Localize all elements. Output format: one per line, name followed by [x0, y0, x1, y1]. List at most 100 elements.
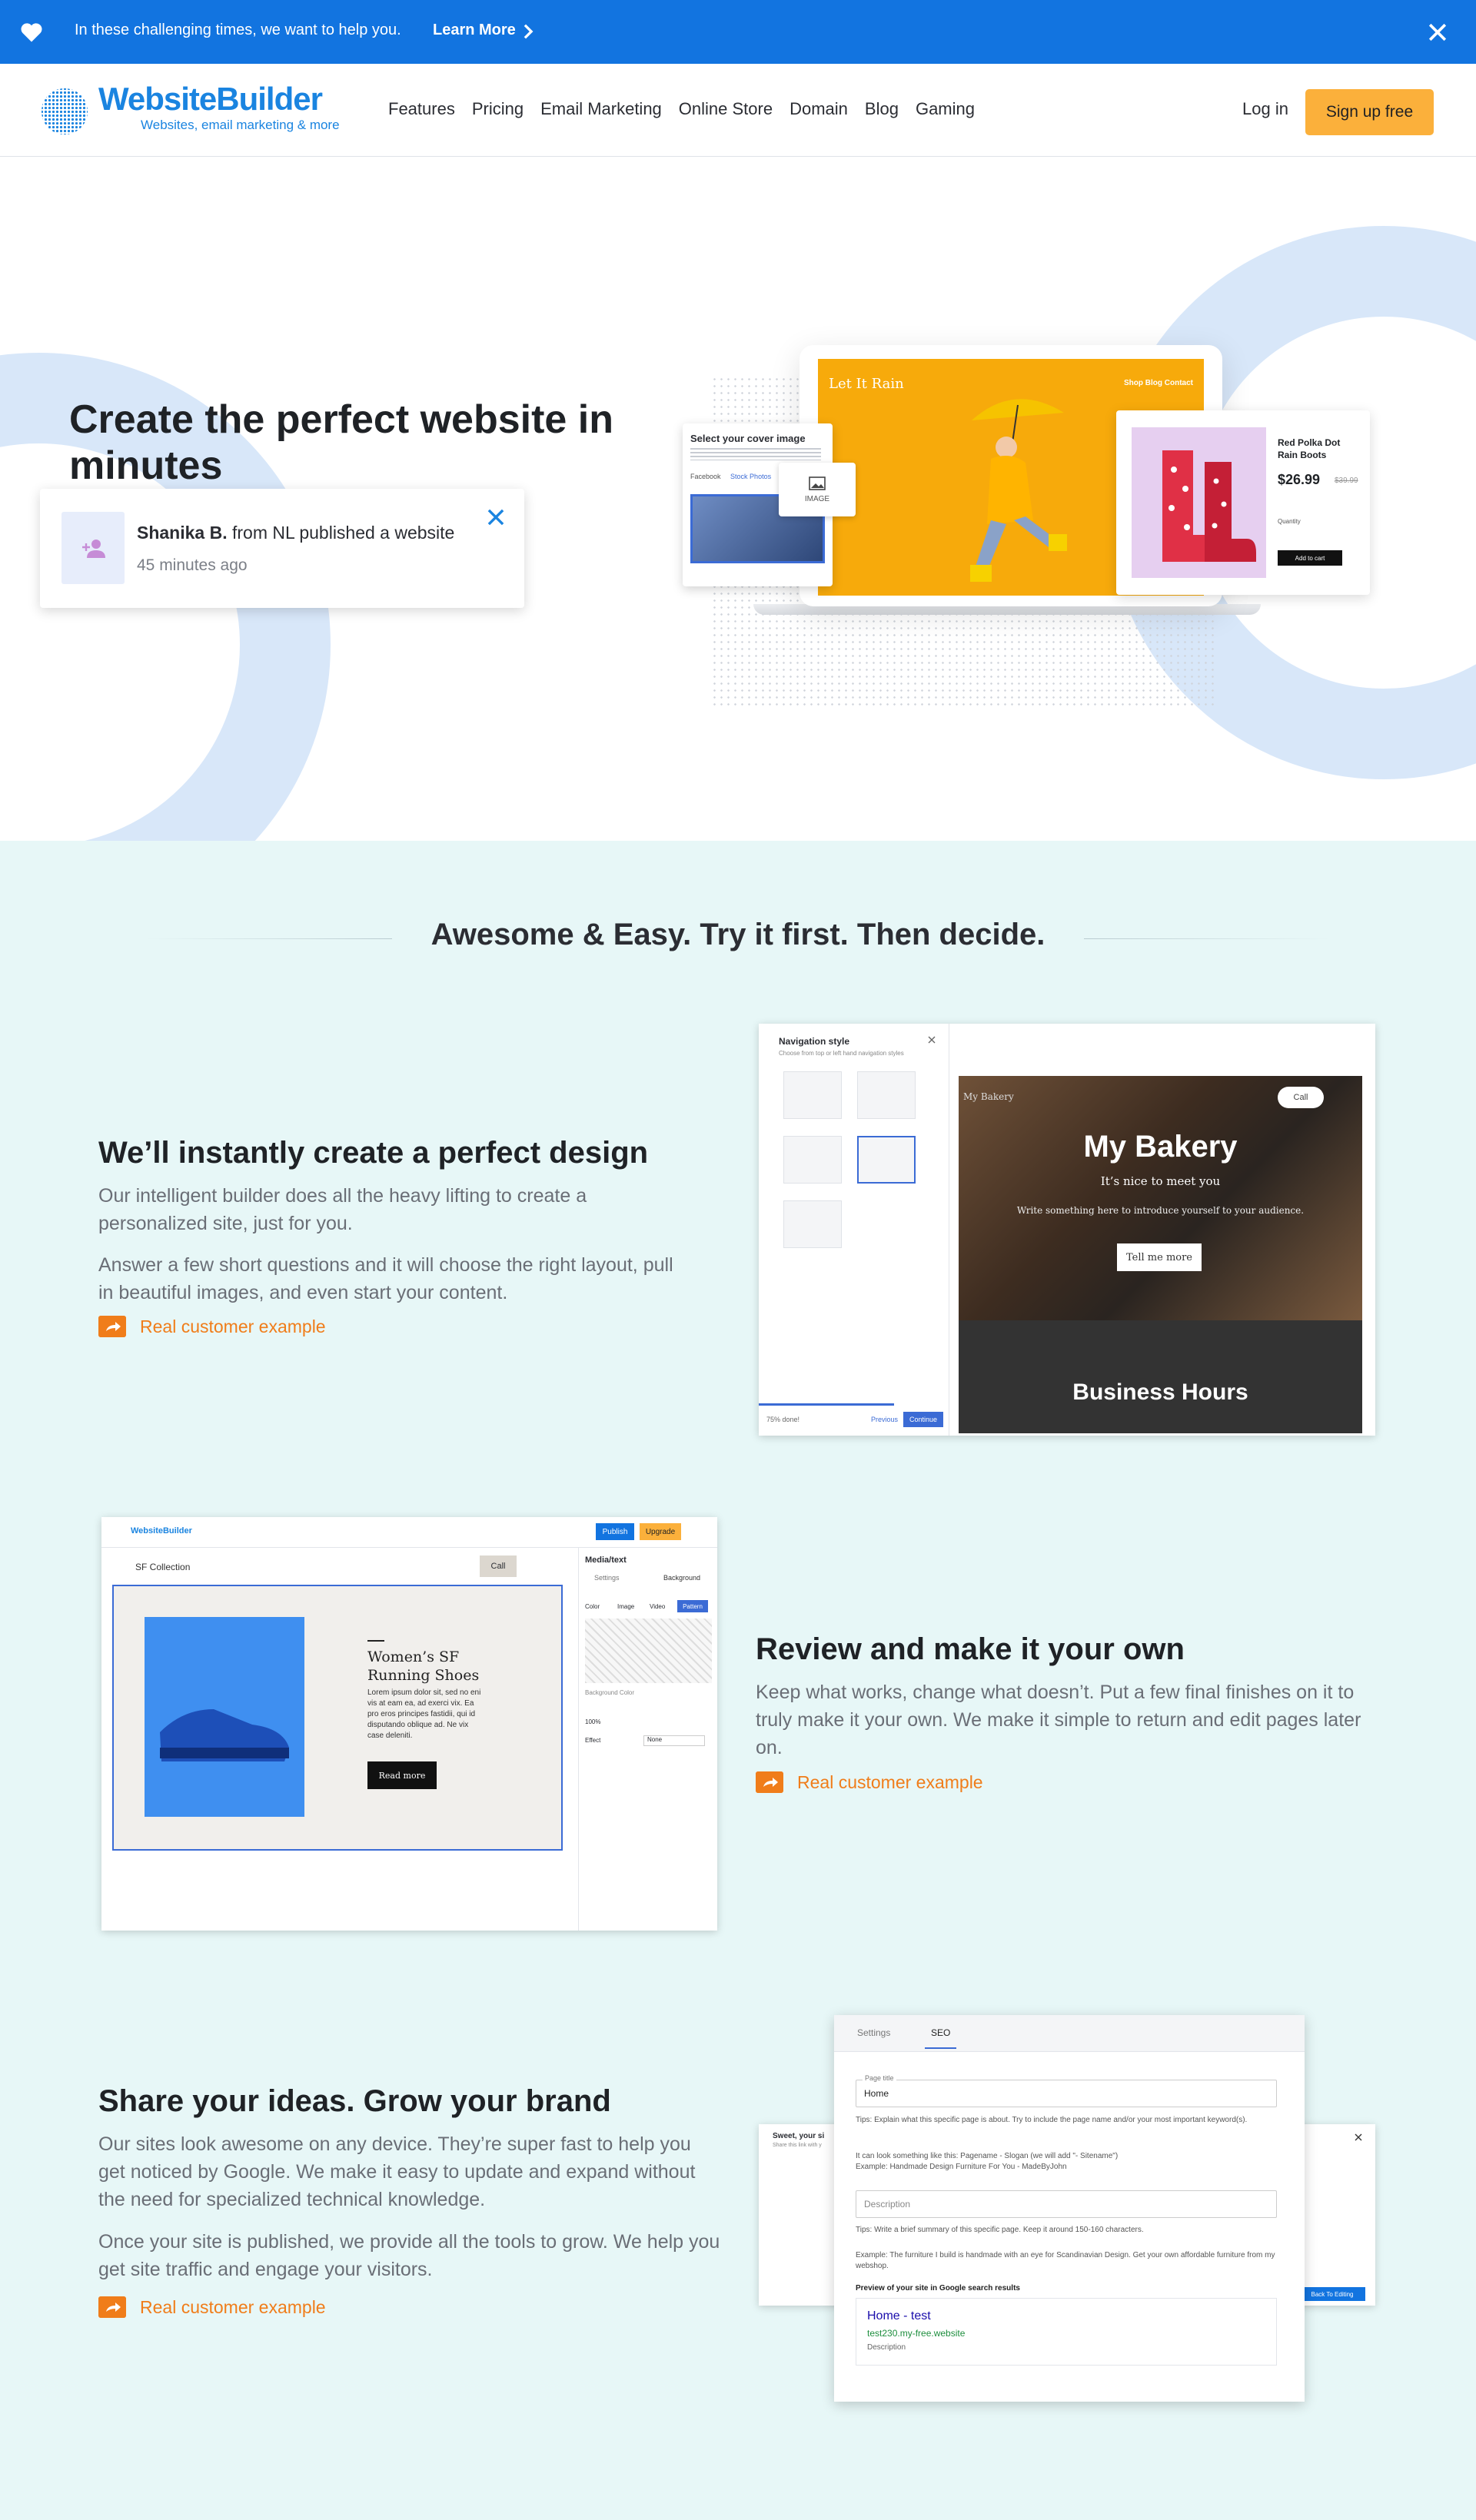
page-title-value: Home: [864, 2088, 889, 2099]
login-link[interactable]: Log in: [1242, 99, 1288, 119]
tab-settings[interactable]: Settings: [857, 2027, 890, 2038]
call-button[interactable]: Call: [1278, 1087, 1324, 1108]
progress-text: 75% done!: [766, 1416, 800, 1423]
link-label: Real customer example: [140, 1316, 326, 1336]
toast-time: 45 minutes ago: [137, 556, 248, 574]
woman-with-umbrella-illustration: [970, 399, 1067, 582]
bg-tab-image[interactable]: Image: [617, 1603, 634, 1610]
opacity-value: 100%: [585, 1718, 601, 1725]
preview-description: Description: [867, 2343, 906, 2352]
bakery-brand: My Bakery: [963, 1091, 1014, 1102]
heart-icon: [21, 23, 42, 42]
product-price: $26.99: [1278, 472, 1321, 487]
mockup-site-name: Let It Rain: [829, 376, 904, 392]
hero-title: Create the perfect website in minutes: [69, 397, 613, 488]
real-customer-example-link[interactable]: Real customer example: [756, 1771, 983, 1793]
panel-title: Media/text: [585, 1555, 627, 1565]
nav-item-features[interactable]: Features: [388, 99, 455, 119]
tell-me-more-button[interactable]: Tell me more: [1117, 1243, 1202, 1271]
learn-more-link[interactable]: Learn More: [433, 22, 516, 39]
close-icon[interactable]: [928, 1036, 936, 1044]
logo-tagline: Websites, email marketing & more: [141, 118, 340, 132]
call-button[interactable]: Call: [480, 1555, 517, 1577]
bg-tab-pattern[interactable]: Pattern: [677, 1600, 708, 1612]
continue-button[interactable]: Continue: [903, 1412, 943, 1427]
seo-example-2: Example: The furniture I build is handma…: [856, 2251, 1275, 2270]
share-arrow-icon: [98, 2296, 126, 2318]
previous-button[interactable]: Previous: [871, 1416, 898, 1423]
bg-color-label: Background Color: [585, 1689, 635, 1696]
seo-settings-panel: Settings SEO Page title Home Tips: Expla…: [834, 2015, 1305, 2402]
nav-item-email-marketing[interactable]: Email Marketing: [540, 99, 662, 119]
tab-seo[interactable]: SEO: [925, 2027, 957, 2049]
product-quantity-label: Quantity: [1278, 518, 1301, 525]
rain-boots-illustration: [1162, 450, 1256, 562]
feature-paragraph: Our sites look awesome on any device. Th…: [98, 2133, 696, 2210]
bg-tab-video[interactable]: Video: [650, 1603, 665, 1610]
seo-tips-1: Tips: Explain what this specific page is…: [856, 2116, 1248, 2124]
layout-option[interactable]: [783, 1071, 842, 1119]
cover-tab-facebook[interactable]: Facebook: [690, 473, 721, 480]
add-user-icon: [82, 540, 105, 558]
cover-panel-title: Select your cover image: [690, 433, 806, 444]
description-field[interactable]: Description: [856, 2190, 1277, 2218]
close-toast-icon[interactable]: [486, 507, 506, 527]
real-customer-example-link[interactable]: Real customer example: [98, 2296, 326, 2318]
layout-option[interactable]: [857, 1071, 916, 1119]
share-arrow-icon: [756, 1771, 783, 1793]
google-preview-label: Preview of your site in Google search re…: [856, 2284, 1020, 2293]
seo-tips-2: Tips: Write a brief summary of this spec…: [856, 2226, 1144, 2234]
product-name: Red Polka Dot Rain Boots: [1278, 437, 1341, 460]
feature-paragraph: Keep what works, change what doesn’t. Pu…: [756, 1682, 1361, 1758]
nav-item-pricing[interactable]: Pricing: [472, 99, 524, 119]
bakery-hero-background: [959, 1076, 1362, 1320]
publish-button[interactable]: Publish: [596, 1523, 634, 1540]
logo-globe-icon[interactable]: [40, 87, 89, 136]
nav-item-gaming[interactable]: Gaming: [916, 99, 975, 119]
nav-item-online-store[interactable]: Online Store: [679, 99, 773, 119]
upgrade-button[interactable]: Upgrade: [640, 1523, 681, 1540]
close-icon[interactable]: [1355, 2133, 1362, 2141]
toast-message: Shanika B. from NL published a website: [137, 523, 454, 543]
wizard-panel: Navigation style Choose from top or left…: [759, 1024, 949, 1436]
layout-option-selected[interactable]: [857, 1136, 916, 1184]
add-to-cart-button[interactable]: Add to cart: [1278, 550, 1342, 566]
activity-toast: Shanika B. from NL published a website 4…: [40, 489, 524, 608]
panel-tab-settings[interactable]: Settings: [594, 1574, 620, 1582]
sneaker-illustration: [160, 1709, 289, 1761]
panel-tab-background[interactable]: Background: [663, 1574, 700, 1582]
layout-option[interactable]: [783, 1200, 842, 1248]
effect-select[interactable]: None: [643, 1735, 705, 1746]
pattern-grid[interactable]: [585, 1619, 712, 1683]
product-image: [1132, 427, 1266, 578]
nav-item-blog[interactable]: Blog: [865, 99, 899, 119]
close-announcement-icon[interactable]: [1427, 22, 1448, 43]
shoe-description: Lorem ipsum dolor sit, sed no eni vis at…: [367, 1688, 481, 1740]
wizard-panel-subtitle: Choose from top or left hand navigation …: [779, 1050, 904, 1057]
logo-name[interactable]: WebsiteBuilder: [98, 81, 323, 118]
main-nav: WebsiteBuilder Websites, email marketing…: [0, 64, 1476, 157]
bakery-subtitle: It’s nice to meet you: [1100, 1174, 1221, 1188]
layout-option[interactable]: [783, 1136, 842, 1184]
real-customer-example-link[interactable]: Real customer example: [98, 1316, 326, 1337]
preview-title: Home - test: [867, 2309, 931, 2322]
nav-item-domain[interactable]: Domain: [790, 99, 848, 119]
feature-title: Review and make it your own: [756, 1632, 1185, 1666]
read-more-button[interactable]: Read more: [367, 1761, 437, 1789]
signup-button[interactable]: Sign up free: [1305, 89, 1434, 135]
cover-tab-stock-photos[interactable]: Stock Photos: [730, 473, 771, 480]
product-old-price: $39.99: [1335, 476, 1358, 485]
bg-tab-color[interactable]: Color: [585, 1603, 600, 1610]
cover-panel-tabs: Facebook Stock Photos: [690, 473, 779, 480]
features-section: Awesome & Easy. Try it first. Then decid…: [0, 841, 1476, 2520]
image-button[interactable]: IMAGE: [779, 463, 856, 516]
selected-media-block[interactable]: Women’s SF Running Shoes Lorem ipsum dol…: [112, 1585, 563, 1851]
page-title-field[interactable]: Page title Home: [856, 2074, 1277, 2107]
screenshot-editor: WebsiteBuilder Publish Upgrade SF Collec…: [101, 1517, 717, 1931]
bakery-site-preview: My Bakery Call My Bakery It’s nice to me…: [959, 1076, 1362, 1433]
chevron-right-icon: [524, 24, 534, 39]
google-preview-box: Home - test test230.my-free.website Desc…: [856, 2298, 1277, 2366]
feature-paragraph: Answer a few short questions and it will…: [98, 1254, 673, 1303]
back-to-editing-button[interactable]: Back To Editing: [1299, 2287, 1365, 2301]
collection-label: SF Collection: [135, 1562, 191, 1572]
